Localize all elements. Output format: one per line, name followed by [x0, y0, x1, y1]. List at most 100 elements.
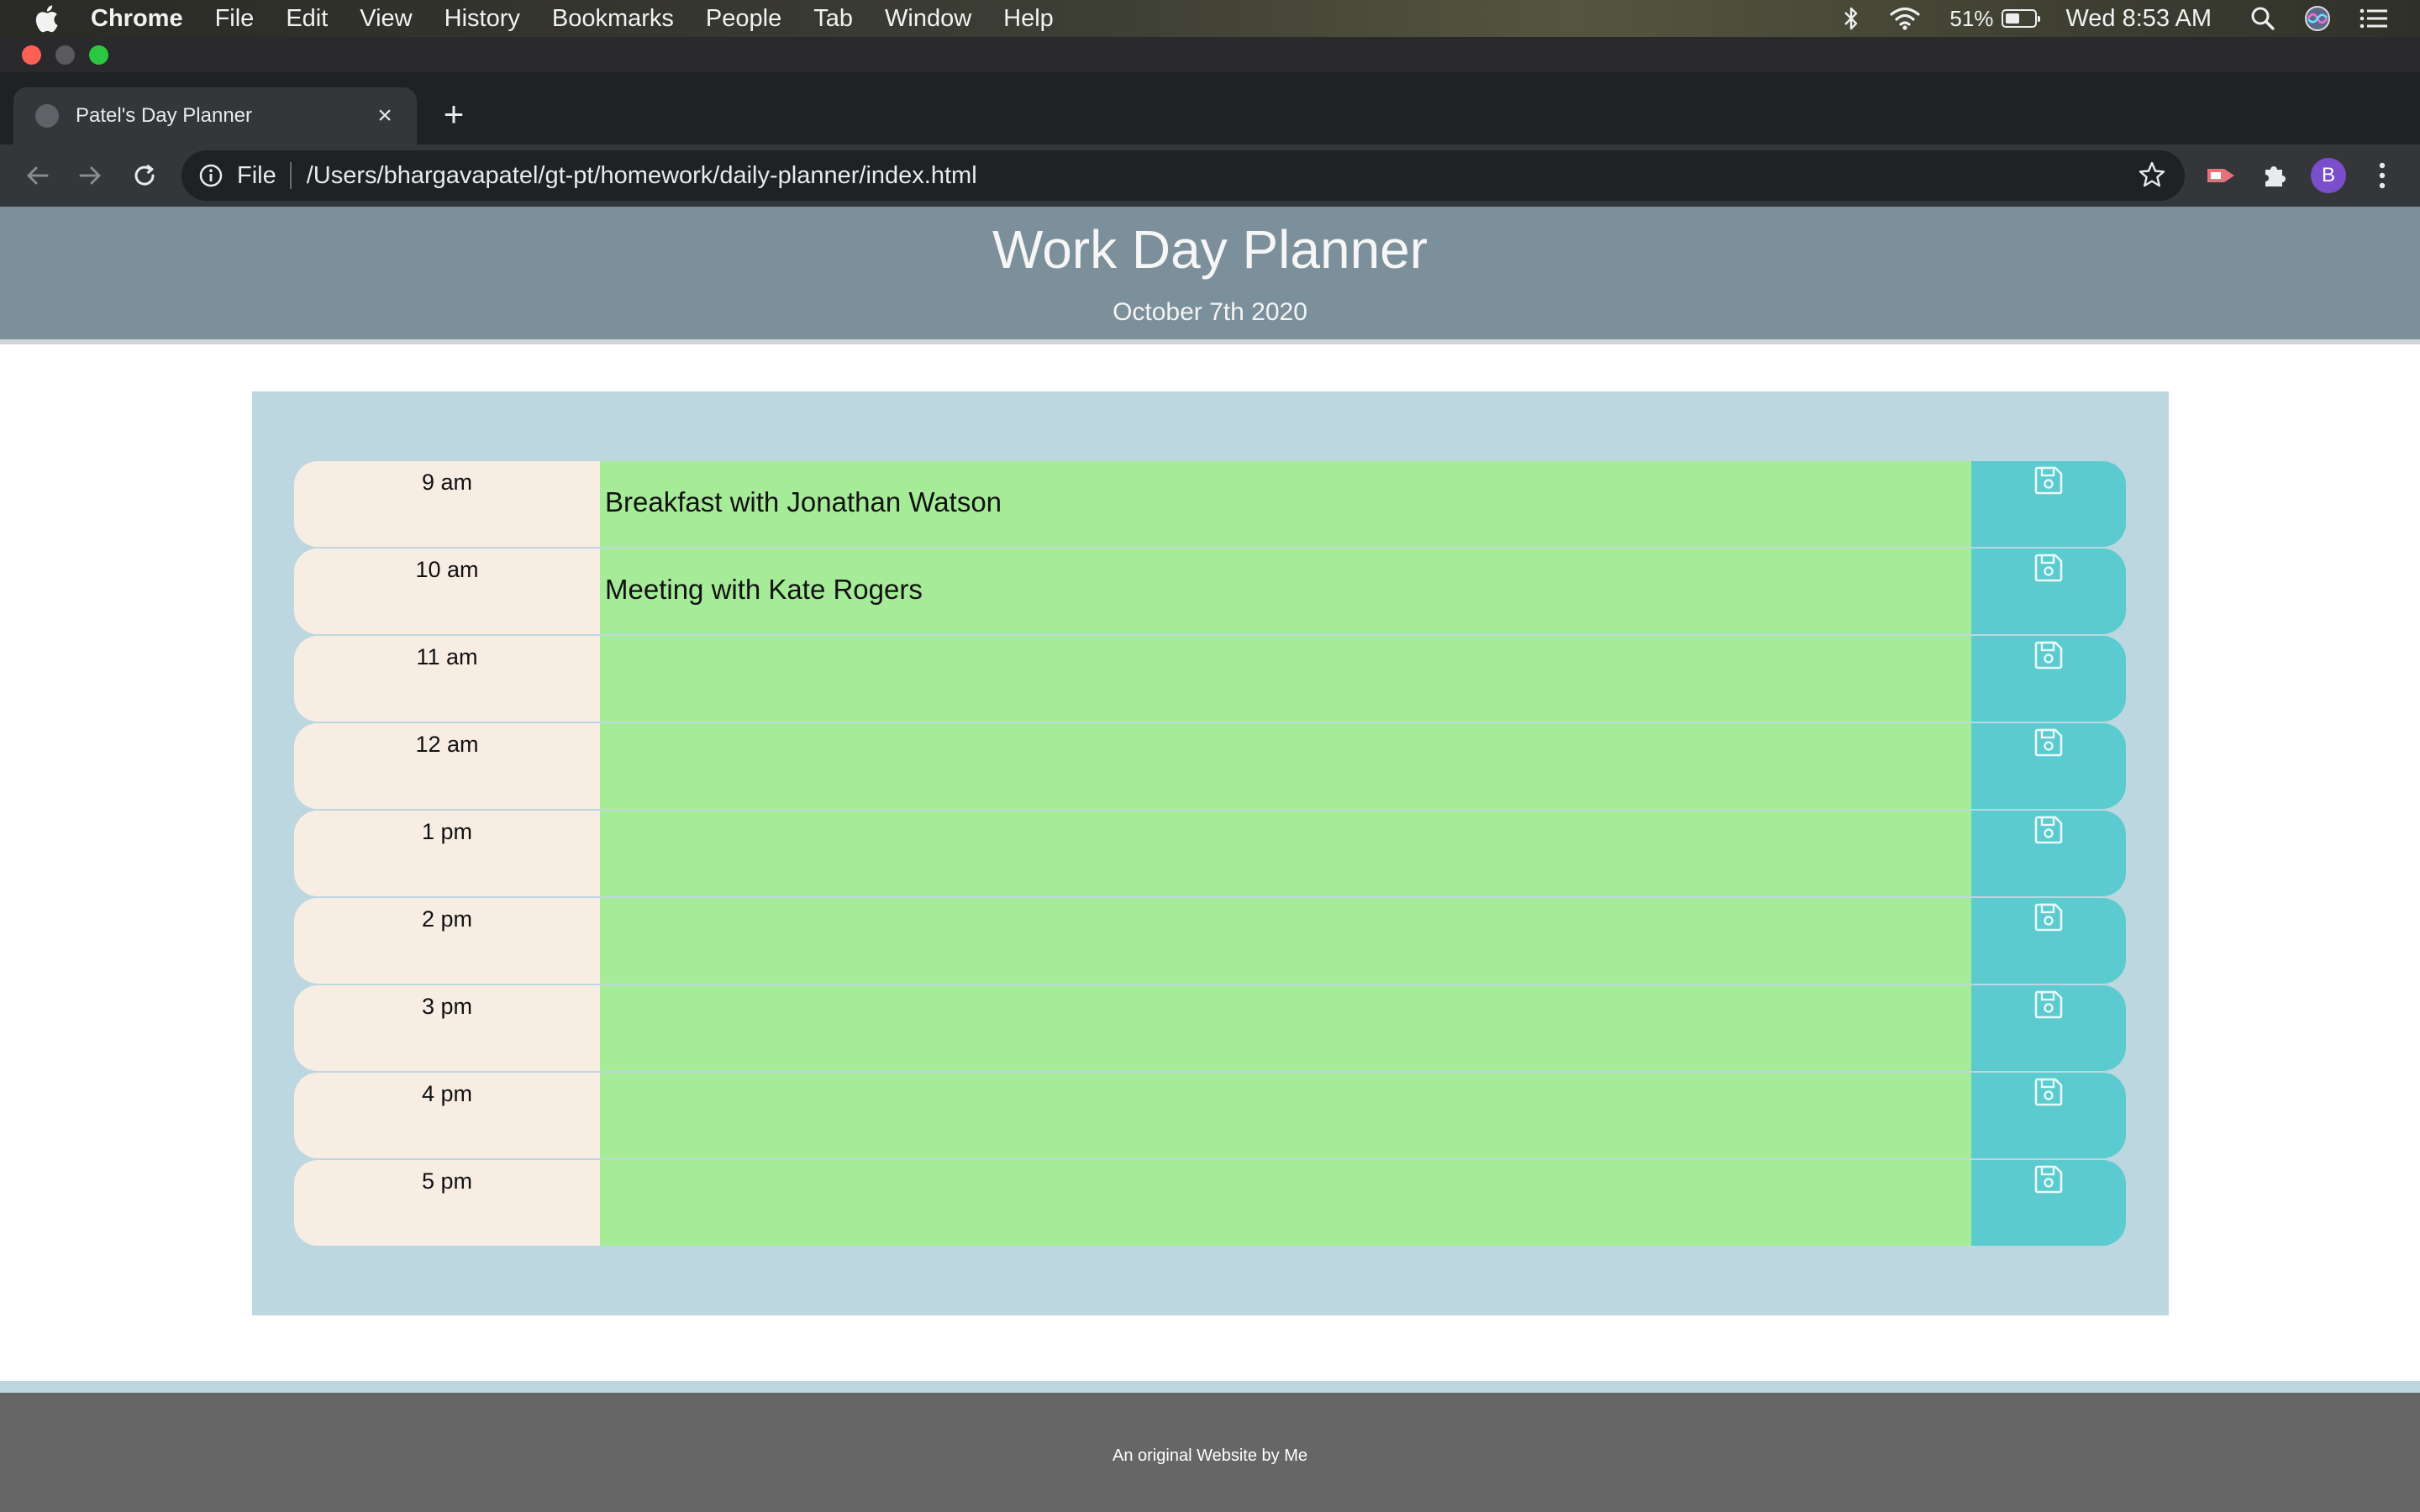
save-button[interactable] — [1971, 985, 2126, 1071]
profile-initial: B — [2311, 158, 2346, 193]
time-block-hour: 12 am — [294, 723, 600, 809]
time-block-row: 12 am — [294, 723, 2126, 809]
time-block-description[interactable]: Meeting with Kate Rogers — [600, 549, 1971, 634]
browser-tab-active[interactable]: Patel's Day Planner × — [13, 87, 417, 144]
forward-arrow-icon[interactable] — [74, 159, 108, 192]
time-block-row: 5 pm — [294, 1160, 2126, 1246]
time-block-description[interactable] — [600, 1073, 1971, 1158]
time-block-row: 3 pm — [294, 985, 2126, 1071]
time-block-description[interactable] — [600, 723, 1971, 809]
battery-tip — [2038, 16, 2041, 22]
footer-text: An original Website by Me — [1113, 1446, 1307, 1465]
save-button[interactable] — [1971, 898, 2126, 984]
reload-icon[interactable] — [128, 159, 161, 192]
planner-container: 9 am Breakfast with Jonathan Watson 10 am M… — [252, 391, 2169, 1315]
save-button[interactable] — [1971, 461, 2126, 547]
time-block-hour: 9 am — [294, 461, 600, 547]
address-bar[interactable]: File /Users/bhargavapatel/gt-pt/homework… — [182, 150, 2185, 201]
time-block-hour: 2 pm — [294, 898, 600, 984]
menu-window[interactable]: Window — [885, 5, 971, 33]
bluetooth-icon[interactable] — [1842, 5, 1860, 32]
close-window-button[interactable] — [22, 45, 41, 65]
time-block-row: 2 pm — [294, 898, 2126, 984]
browser-tab-strip: Patel's Day Planner × + — [0, 72, 2420, 144]
floppy-disk-icon — [2033, 640, 2064, 675]
chrome-menu-kebab-icon[interactable] — [2365, 158, 2400, 193]
save-button[interactable] — [1971, 636, 2126, 722]
floppy-disk-icon — [2033, 990, 2064, 1024]
save-button[interactable] — [1971, 811, 2126, 896]
page-title: Work Day Planner — [992, 219, 1428, 280]
zoom-window-button[interactable] — [89, 45, 108, 65]
battery-level-fill — [2006, 13, 2020, 24]
time-block-hour: 10 am — [294, 549, 600, 634]
menu-edit[interactable]: Edit — [286, 5, 328, 33]
floppy-disk-icon — [2033, 727, 2064, 762]
time-block-description[interactable] — [600, 985, 1971, 1071]
save-button[interactable] — [1971, 549, 2126, 634]
url-separator — [289, 162, 292, 189]
save-button[interactable] — [1971, 723, 2126, 809]
menu-clock[interactable]: Wed 8:53 AM — [2065, 5, 2212, 33]
save-button[interactable] — [1971, 1160, 2126, 1246]
extensions-puzzle-icon[interactable] — [2257, 158, 2292, 193]
url-scheme-label: File — [237, 161, 276, 189]
page-header: Work Day Planner October 7th 2020 — [0, 207, 2420, 344]
notification-center-icon[interactable] — [2360, 8, 2388, 29]
site-info-icon[interactable] — [198, 163, 224, 188]
battery-percent: 51% — [1949, 5, 1994, 31]
time-block-description[interactable]: Breakfast with Jonathan Watson — [600, 461, 1971, 547]
battery-icon — [2002, 9, 2041, 28]
current-date: October 7th 2020 — [1113, 298, 1307, 326]
menu-history[interactable]: History — [445, 5, 520, 33]
page-footer: An original Website by Me — [0, 1393, 2420, 1512]
wifi-icon[interactable] — [1889, 6, 1921, 31]
url-text[interactable]: /Users/bhargavapatel/gt-pt/homework/dail… — [307, 162, 977, 190]
time-block-description[interactable] — [600, 811, 1971, 896]
apple-logo-icon[interactable] — [34, 4, 59, 33]
time-block-row: 1 pm — [294, 811, 2126, 896]
time-block-hour: 1 pm — [294, 811, 600, 896]
new-tab-plus-icon[interactable]: + — [437, 97, 471, 132]
save-button[interactable] — [1971, 1073, 2126, 1158]
footer-divider — [0, 1381, 2420, 1393]
time-block-description[interactable] — [600, 1160, 1971, 1246]
page-viewport: Work Day Planner October 7th 2020 9 am Br… — [0, 207, 2420, 1512]
minimize-window-button[interactable] — [55, 45, 75, 65]
floppy-disk-icon — [2033, 1164, 2064, 1199]
menu-view[interactable]: View — [360, 5, 412, 33]
menu-tab[interactable]: Tab — [813, 5, 853, 33]
battery-status[interactable]: 51% — [1949, 5, 2041, 32]
menu-app-name[interactable]: Chrome — [91, 5, 183, 33]
time-block-row: 9 am Breakfast with Jonathan Watson — [294, 461, 2126, 547]
window-title-bar — [0, 37, 2420, 72]
time-block-hour: 3 pm — [294, 985, 600, 1071]
browser-toolbar: File /Users/bhargavapatel/gt-pt/homework… — [0, 144, 2420, 207]
floppy-disk-icon — [2033, 815, 2064, 849]
time-block-hour: 11 am — [294, 636, 600, 722]
profile-avatar[interactable]: B — [2311, 158, 2346, 193]
back-arrow-icon[interactable] — [20, 159, 54, 192]
bookmark-star-icon[interactable] — [2138, 160, 2166, 189]
menu-help[interactable]: Help — [1003, 5, 1054, 33]
extension-screencast-icon[interactable] — [2203, 158, 2238, 193]
tab-close-icon[interactable]: × — [371, 102, 398, 129]
floppy-disk-icon — [2033, 553, 2064, 587]
time-block-hour: 4 pm — [294, 1073, 600, 1158]
macos-menu-bar: Chrome File Edit View History Bookmarks … — [0, 0, 2420, 37]
siri-icon[interactable] — [2304, 5, 2331, 32]
menu-people[interactable]: People — [706, 5, 781, 33]
time-block-row: 10 am Meeting with Kate Rogers — [294, 549, 2126, 634]
floppy-disk-icon — [2033, 465, 2064, 500]
menu-bookmarks[interactable]: Bookmarks — [552, 5, 674, 33]
spotlight-search-icon[interactable] — [2250, 6, 2275, 31]
time-block-row: 4 pm — [294, 1073, 2126, 1158]
time-block-hour: 5 pm — [294, 1160, 600, 1246]
floppy-disk-icon — [2033, 902, 2064, 937]
time-block-description[interactable] — [600, 898, 1971, 984]
floppy-disk-icon — [2033, 1077, 2064, 1111]
tab-title: Patel's Day Planner — [76, 104, 253, 127]
time-block-row: 11 am — [294, 636, 2126, 722]
menu-file[interactable]: File — [215, 5, 255, 33]
time-block-description[interactable] — [600, 636, 1971, 722]
